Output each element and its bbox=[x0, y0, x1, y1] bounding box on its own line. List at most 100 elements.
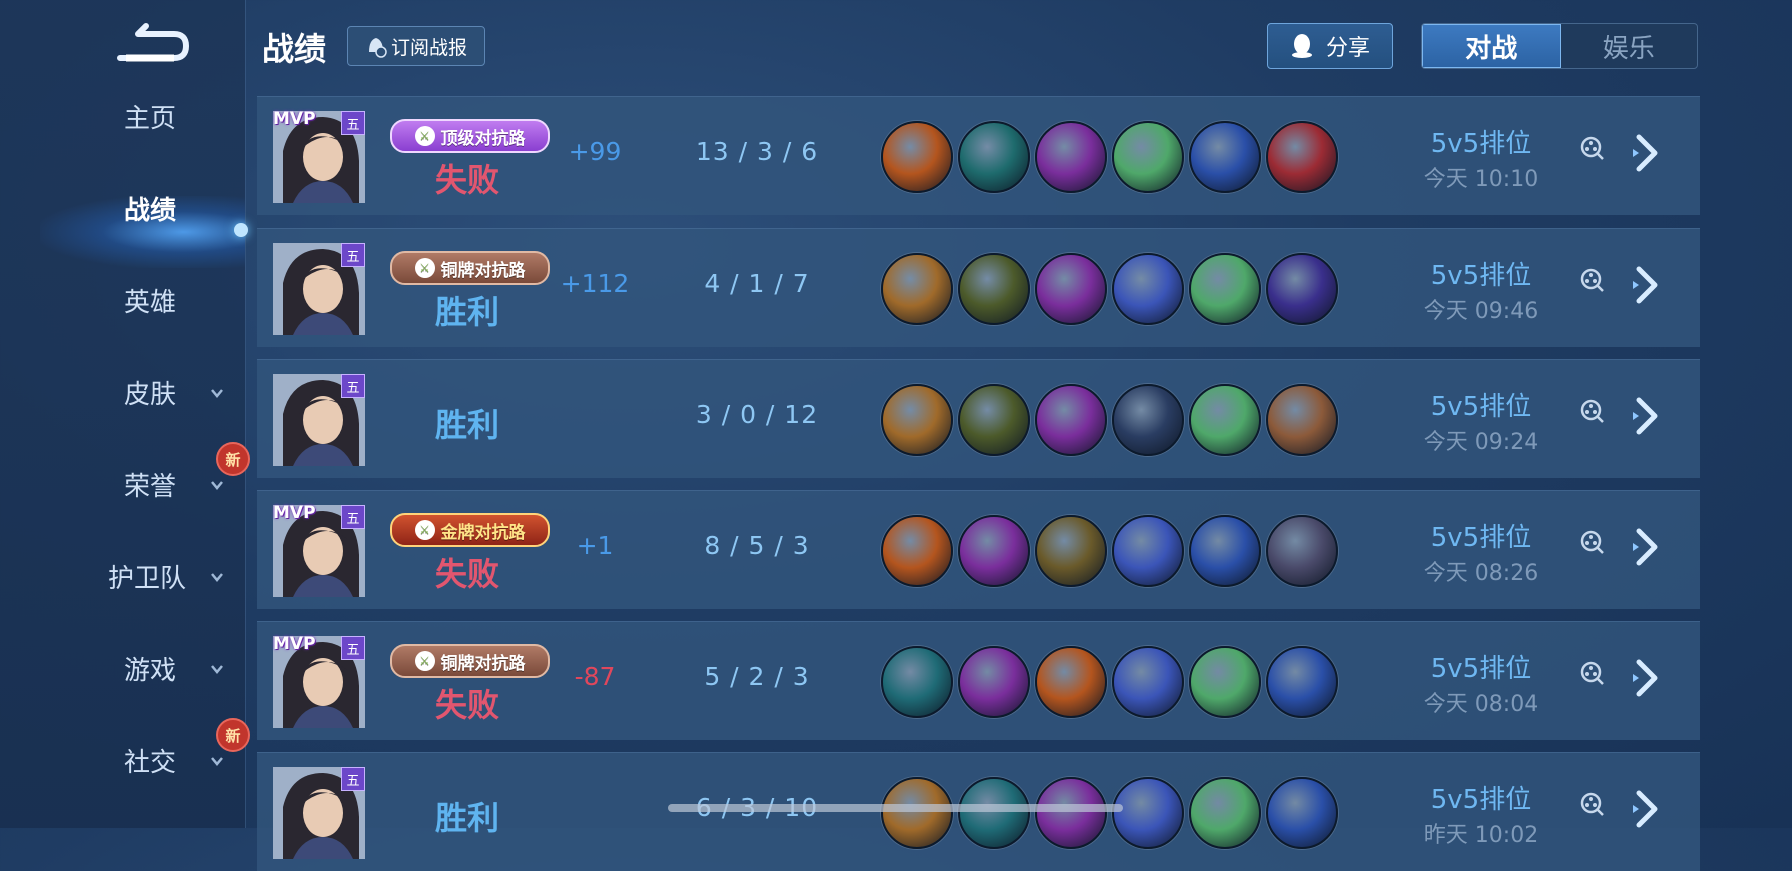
item-icon bbox=[958, 121, 1030, 193]
lane-label: 铜牌对抗路 bbox=[440, 653, 526, 674]
sidebar-item-label: 游戏 bbox=[124, 655, 177, 686]
match-row[interactable]: MVP 五 ⚔ 铜牌对抗路 失败 -87 5 / 2 / 3 5v5排位 今天 08:04 bbox=[257, 621, 1700, 740]
item-icon bbox=[1189, 646, 1261, 718]
match-time: 今天 08:04 bbox=[1423, 692, 1539, 717]
subscribe-report-button[interactable]: 订阅战报 bbox=[347, 26, 485, 66]
replay-icon[interactable] bbox=[1579, 398, 1605, 424]
match-time: 昨天 10:02 bbox=[1423, 823, 1539, 848]
mvp-label: MVP bbox=[273, 634, 316, 654]
subscribe-icon bbox=[368, 38, 387, 58]
chevron-right-icon[interactable] bbox=[1629, 658, 1663, 698]
chevron-right-icon[interactable] bbox=[1629, 527, 1663, 567]
sidebar-item-label: 战绩 bbox=[124, 195, 177, 226]
lane-label: 顶级对抗路 bbox=[440, 128, 526, 149]
sidebar-item-0[interactable]: 主页 bbox=[0, 86, 245, 146]
rank-tag: 五 bbox=[341, 767, 365, 791]
chevron-right-icon[interactable] bbox=[1629, 789, 1663, 829]
lane-badge: ⚔ 铜牌对抗路 bbox=[390, 644, 550, 678]
sidebar-item-7[interactable]: 社交 新 bbox=[0, 718, 250, 790]
item-icon bbox=[1035, 515, 1107, 587]
rank-tag: 五 bbox=[341, 111, 365, 135]
item-icon bbox=[958, 253, 1030, 325]
item-icon bbox=[881, 384, 953, 456]
sidebar-item-label: 荣誉 bbox=[124, 471, 177, 502]
share-button[interactable]: 分享 bbox=[1267, 23, 1393, 69]
item-icon bbox=[1035, 121, 1107, 193]
chevron-down-icon bbox=[211, 481, 223, 490]
game-mode: 5v5排位 bbox=[1430, 654, 1532, 684]
item-icon bbox=[1189, 384, 1261, 456]
game-mode: 5v5排位 bbox=[1430, 129, 1532, 159]
rank-tag: 五 bbox=[341, 243, 365, 267]
replay-icon[interactable] bbox=[1579, 660, 1605, 686]
item-icon bbox=[958, 777, 1030, 849]
replay-icon[interactable] bbox=[1579, 529, 1605, 555]
match-result: 胜利 bbox=[434, 293, 499, 331]
sidebar-item-1[interactable]: 战绩 bbox=[0, 178, 245, 238]
kda: 3 / 0 / 12 bbox=[695, 400, 819, 429]
page-title: 战绩 bbox=[262, 30, 327, 68]
item-icon bbox=[1189, 121, 1261, 193]
chevron-right-icon[interactable] bbox=[1629, 265, 1663, 305]
sidebar-item-2[interactable]: 英雄 bbox=[0, 270, 245, 330]
scrollbar[interactable] bbox=[668, 804, 1123, 812]
replay-icon[interactable] bbox=[1579, 135, 1605, 161]
score-change: +112 bbox=[560, 269, 630, 298]
lane-badge: ⚔ 铜牌对抗路 bbox=[390, 251, 550, 285]
new-badge: 新 bbox=[216, 718, 250, 752]
item-icon bbox=[1035, 384, 1107, 456]
item-icon bbox=[1266, 515, 1338, 587]
item-icon bbox=[1266, 121, 1338, 193]
sidebar-item-5[interactable]: 护卫队 bbox=[0, 546, 245, 606]
kda: 8 / 5 / 3 bbox=[704, 531, 810, 560]
lane-badge: ⚔ 金牌对抗路 bbox=[390, 513, 550, 547]
kda: 5 / 2 / 3 bbox=[704, 662, 810, 691]
sidebar-item-3[interactable]: 皮肤 bbox=[0, 362, 245, 422]
item-icon bbox=[1035, 777, 1107, 849]
item-icon bbox=[1112, 384, 1184, 456]
item-icon bbox=[1189, 515, 1261, 587]
mvp-label: MVP bbox=[273, 109, 316, 129]
chevron-right-icon[interactable] bbox=[1629, 396, 1663, 436]
match-row[interactable]: MVP 五 ⚔ 金牌对抗路 失败 +1 8 / 5 / 3 5v5排位 今天 08:26 bbox=[257, 490, 1700, 609]
item-icon bbox=[881, 121, 953, 193]
sidebar-item-6[interactable]: 游戏 bbox=[0, 638, 245, 698]
chevron-right-icon[interactable] bbox=[1629, 133, 1663, 173]
tab-entertainment[interactable]: 娱乐 bbox=[1561, 24, 1698, 68]
match-row[interactable]: 五胜利 3 / 0 / 12 5v5排位 今天 09:24 bbox=[257, 359, 1700, 478]
back-icon[interactable] bbox=[112, 22, 192, 68]
sidebar-item-4[interactable]: 荣誉 新 bbox=[0, 442, 250, 514]
chevron-down-icon bbox=[211, 573, 223, 582]
game-mode: 5v5排位 bbox=[1430, 261, 1532, 291]
match-row[interactable]: MVP 五 ⚔ 顶级对抗路 失败 +99 13 / 3 / 6 5v5排位 今天 10:10 bbox=[257, 96, 1700, 215]
sidebar-item-label: 皮肤 bbox=[124, 379, 177, 410]
item-icon bbox=[1112, 253, 1184, 325]
item-icon bbox=[1266, 384, 1338, 456]
lane-label: 铜牌对抗路 bbox=[440, 260, 526, 281]
game-mode: 5v5排位 bbox=[1430, 392, 1532, 422]
mvp-label: MVP bbox=[273, 503, 316, 523]
item-icon bbox=[958, 646, 1030, 718]
item-icon bbox=[881, 646, 953, 718]
kda: 13 / 3 / 6 bbox=[695, 137, 819, 166]
sidebar-item-label: 社交 bbox=[124, 747, 177, 778]
match-row[interactable]: 五 ⚔ 铜牌对抗路 胜利 +112 4 / 1 / 7 5v5排位 今天 09:46 bbox=[257, 228, 1700, 347]
match-time: 今天 09:24 bbox=[1423, 430, 1539, 455]
mode-tabs: 对战 娱乐 bbox=[1421, 23, 1698, 69]
item-icon bbox=[881, 253, 953, 325]
replay-icon[interactable] bbox=[1579, 791, 1605, 817]
new-badge: 新 bbox=[216, 442, 250, 476]
item-icon bbox=[1189, 253, 1261, 325]
lane-icon: ⚔ bbox=[414, 126, 435, 146]
lane-icon: ⚔ bbox=[414, 651, 435, 671]
score-change: +1 bbox=[576, 531, 614, 560]
match-result: 胜利 bbox=[434, 799, 499, 837]
tab-battle[interactable]: 对战 bbox=[1422, 24, 1561, 68]
sidebar-item-label: 护卫队 bbox=[108, 563, 187, 594]
replay-icon[interactable] bbox=[1579, 267, 1605, 293]
item-icon bbox=[881, 515, 953, 587]
item-icon bbox=[958, 384, 1030, 456]
sidebar-item-label: 主页 bbox=[124, 103, 177, 134]
match-time: 今天 10:10 bbox=[1423, 167, 1539, 192]
chevron-down-icon bbox=[211, 389, 223, 398]
